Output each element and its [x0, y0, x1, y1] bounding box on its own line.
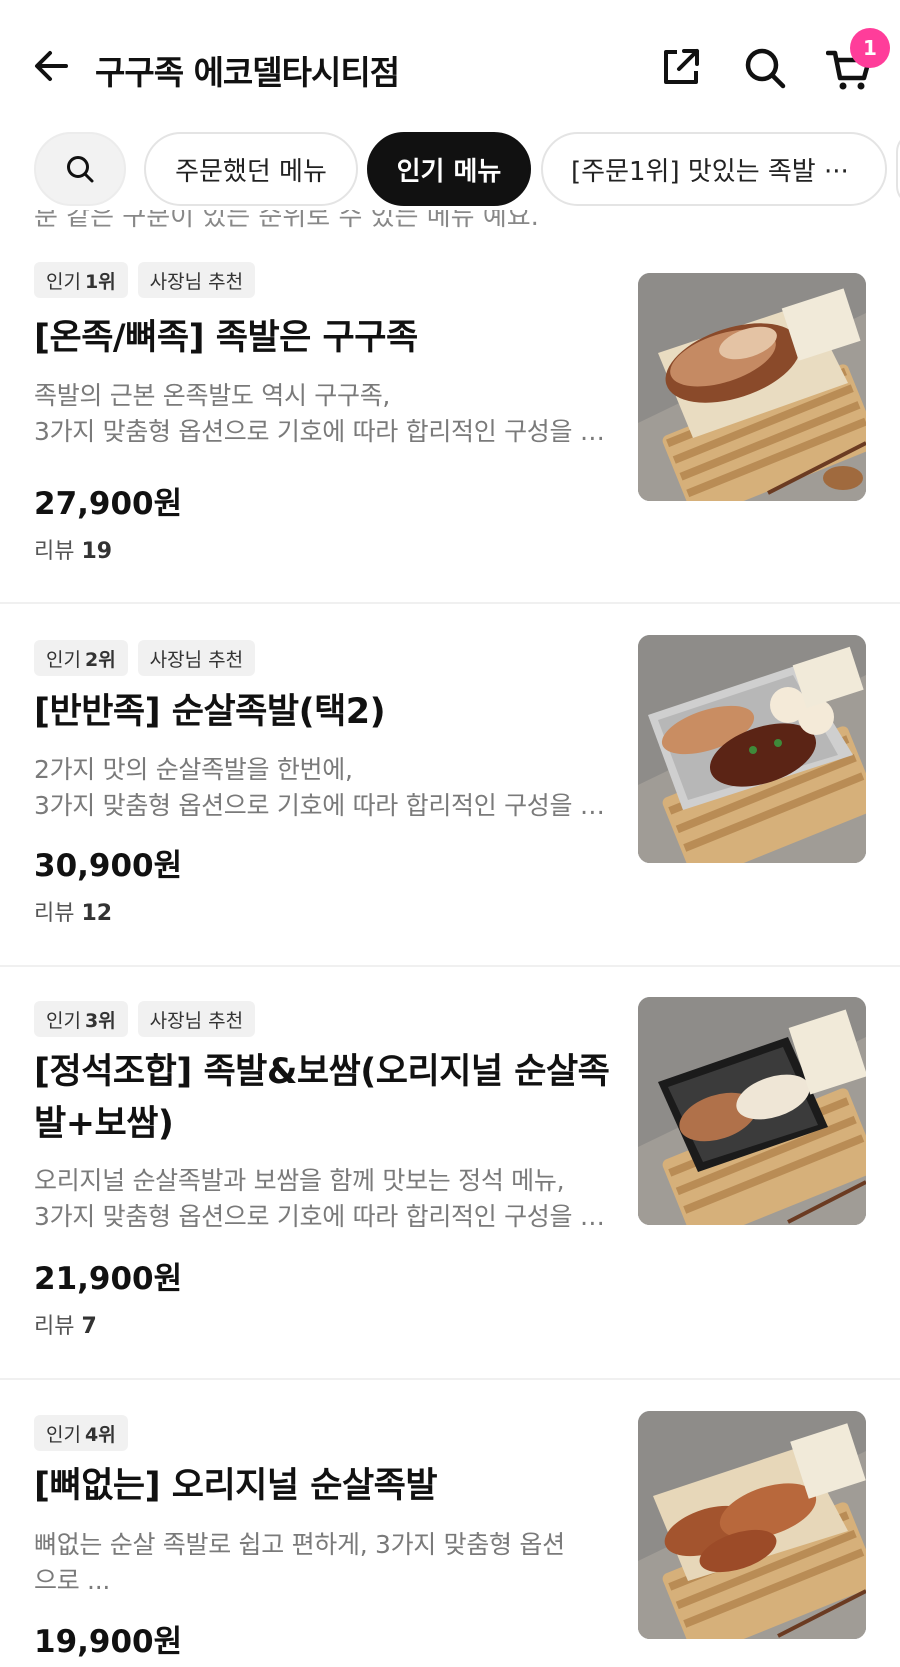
owner-recommend-tag: 사장님 추천	[137, 262, 256, 298]
popularity-rank-tag: 인기 2위	[34, 640, 128, 676]
store-title: 구구족 에코델타시티점	[95, 53, 400, 92]
popularity-rank-tag: 인기 3위	[34, 1001, 128, 1037]
item-price: 21,900원	[34, 1261, 183, 1297]
item-price: 30,900원	[34, 848, 183, 884]
owner-recommend-tag: 사장님 추천	[137, 640, 256, 676]
share-icon[interactable]	[660, 46, 702, 88]
chip-ordered-menu[interactable]: 주문했던 메뉴	[144, 132, 358, 206]
chip-popular-menu[interactable]: 인기 메뉴	[367, 132, 531, 206]
search-icon[interactable]	[743, 46, 787, 90]
item-photo	[638, 635, 866, 863]
top-app-bar: 구구족 에코델타시티점 1	[0, 0, 900, 130]
chip-next[interactable]	[896, 132, 900, 206]
section-description-cutoff: 분 같은 구분이 있는 순위로 수 있는 메뉴 예요.	[34, 210, 539, 232]
item-price: 27,900원	[34, 486, 183, 522]
popularity-rank-tag: 인기 4위	[34, 1415, 128, 1451]
item-review-count: 리뷰 19	[34, 539, 113, 564]
item-photo	[638, 273, 866, 501]
item-description: 족발의 근본 온족발도 역시 구구족, 3가지 맞춤형 옵션으로 기호에 따라 …	[34, 381, 612, 446]
item-divider	[0, 602, 900, 604]
item-tags: 인기 4위	[34, 1415, 128, 1451]
item-price: 19,900원	[34, 1624, 183, 1660]
item-review-count: 리뷰 7	[34, 1314, 97, 1339]
item-name: [정석조합] 족발&보쌈(오리지널 순살족발+보쌈)	[34, 1052, 610, 1144]
item-review-count: 리뷰 12	[34, 901, 113, 926]
item-name: [온족/뼈족] 족발은 구구족	[34, 318, 418, 358]
popularity-rank-tag: 인기 1위	[34, 262, 128, 298]
back-arrow-icon[interactable]	[30, 44, 74, 88]
menu-category-chips: 주문했던 메뉴 인기 메뉴 [주문1위] 맛있는 족발 ···	[0, 130, 900, 210]
item-name: [뼈없는] 오리지널 순살족발	[34, 1466, 438, 1506]
cart-count-badge: 1	[850, 28, 890, 68]
chip-top-order[interactable]: [주문1위] 맛있는 족발 ···	[541, 132, 887, 206]
item-photo	[638, 997, 866, 1225]
search-icon	[67, 156, 94, 183]
owner-recommend-tag: 사장님 추천	[137, 1001, 256, 1037]
item-tags: 인기 1위 사장님 추천	[34, 262, 256, 298]
item-tags: 인기 2위 사장님 추천	[34, 640, 256, 676]
item-description: 뼈없는 순살 족발로 쉽고 편하게, 3가지 맞춤형 옵션 으로 ...	[34, 1530, 565, 1595]
item-name: [반반족] 순살족발(택2)	[34, 692, 386, 732]
item-photo	[638, 1411, 866, 1639]
item-divider	[0, 965, 900, 967]
item-description: 오리지널 순살족발과 보쌈을 함께 맛보는 정석 메뉴, 3가지 맞춤형 옵션으…	[34, 1166, 612, 1231]
item-divider	[0, 1378, 900, 1380]
item-description: 2가지 맛의 순살족발을 한번에, 3가지 맞춤형 옵션으로 기호에 따라 합리…	[34, 755, 612, 820]
item-tags: 인기 3위 사장님 추천	[34, 1001, 256, 1037]
menu-search-chip[interactable]	[34, 132, 126, 206]
